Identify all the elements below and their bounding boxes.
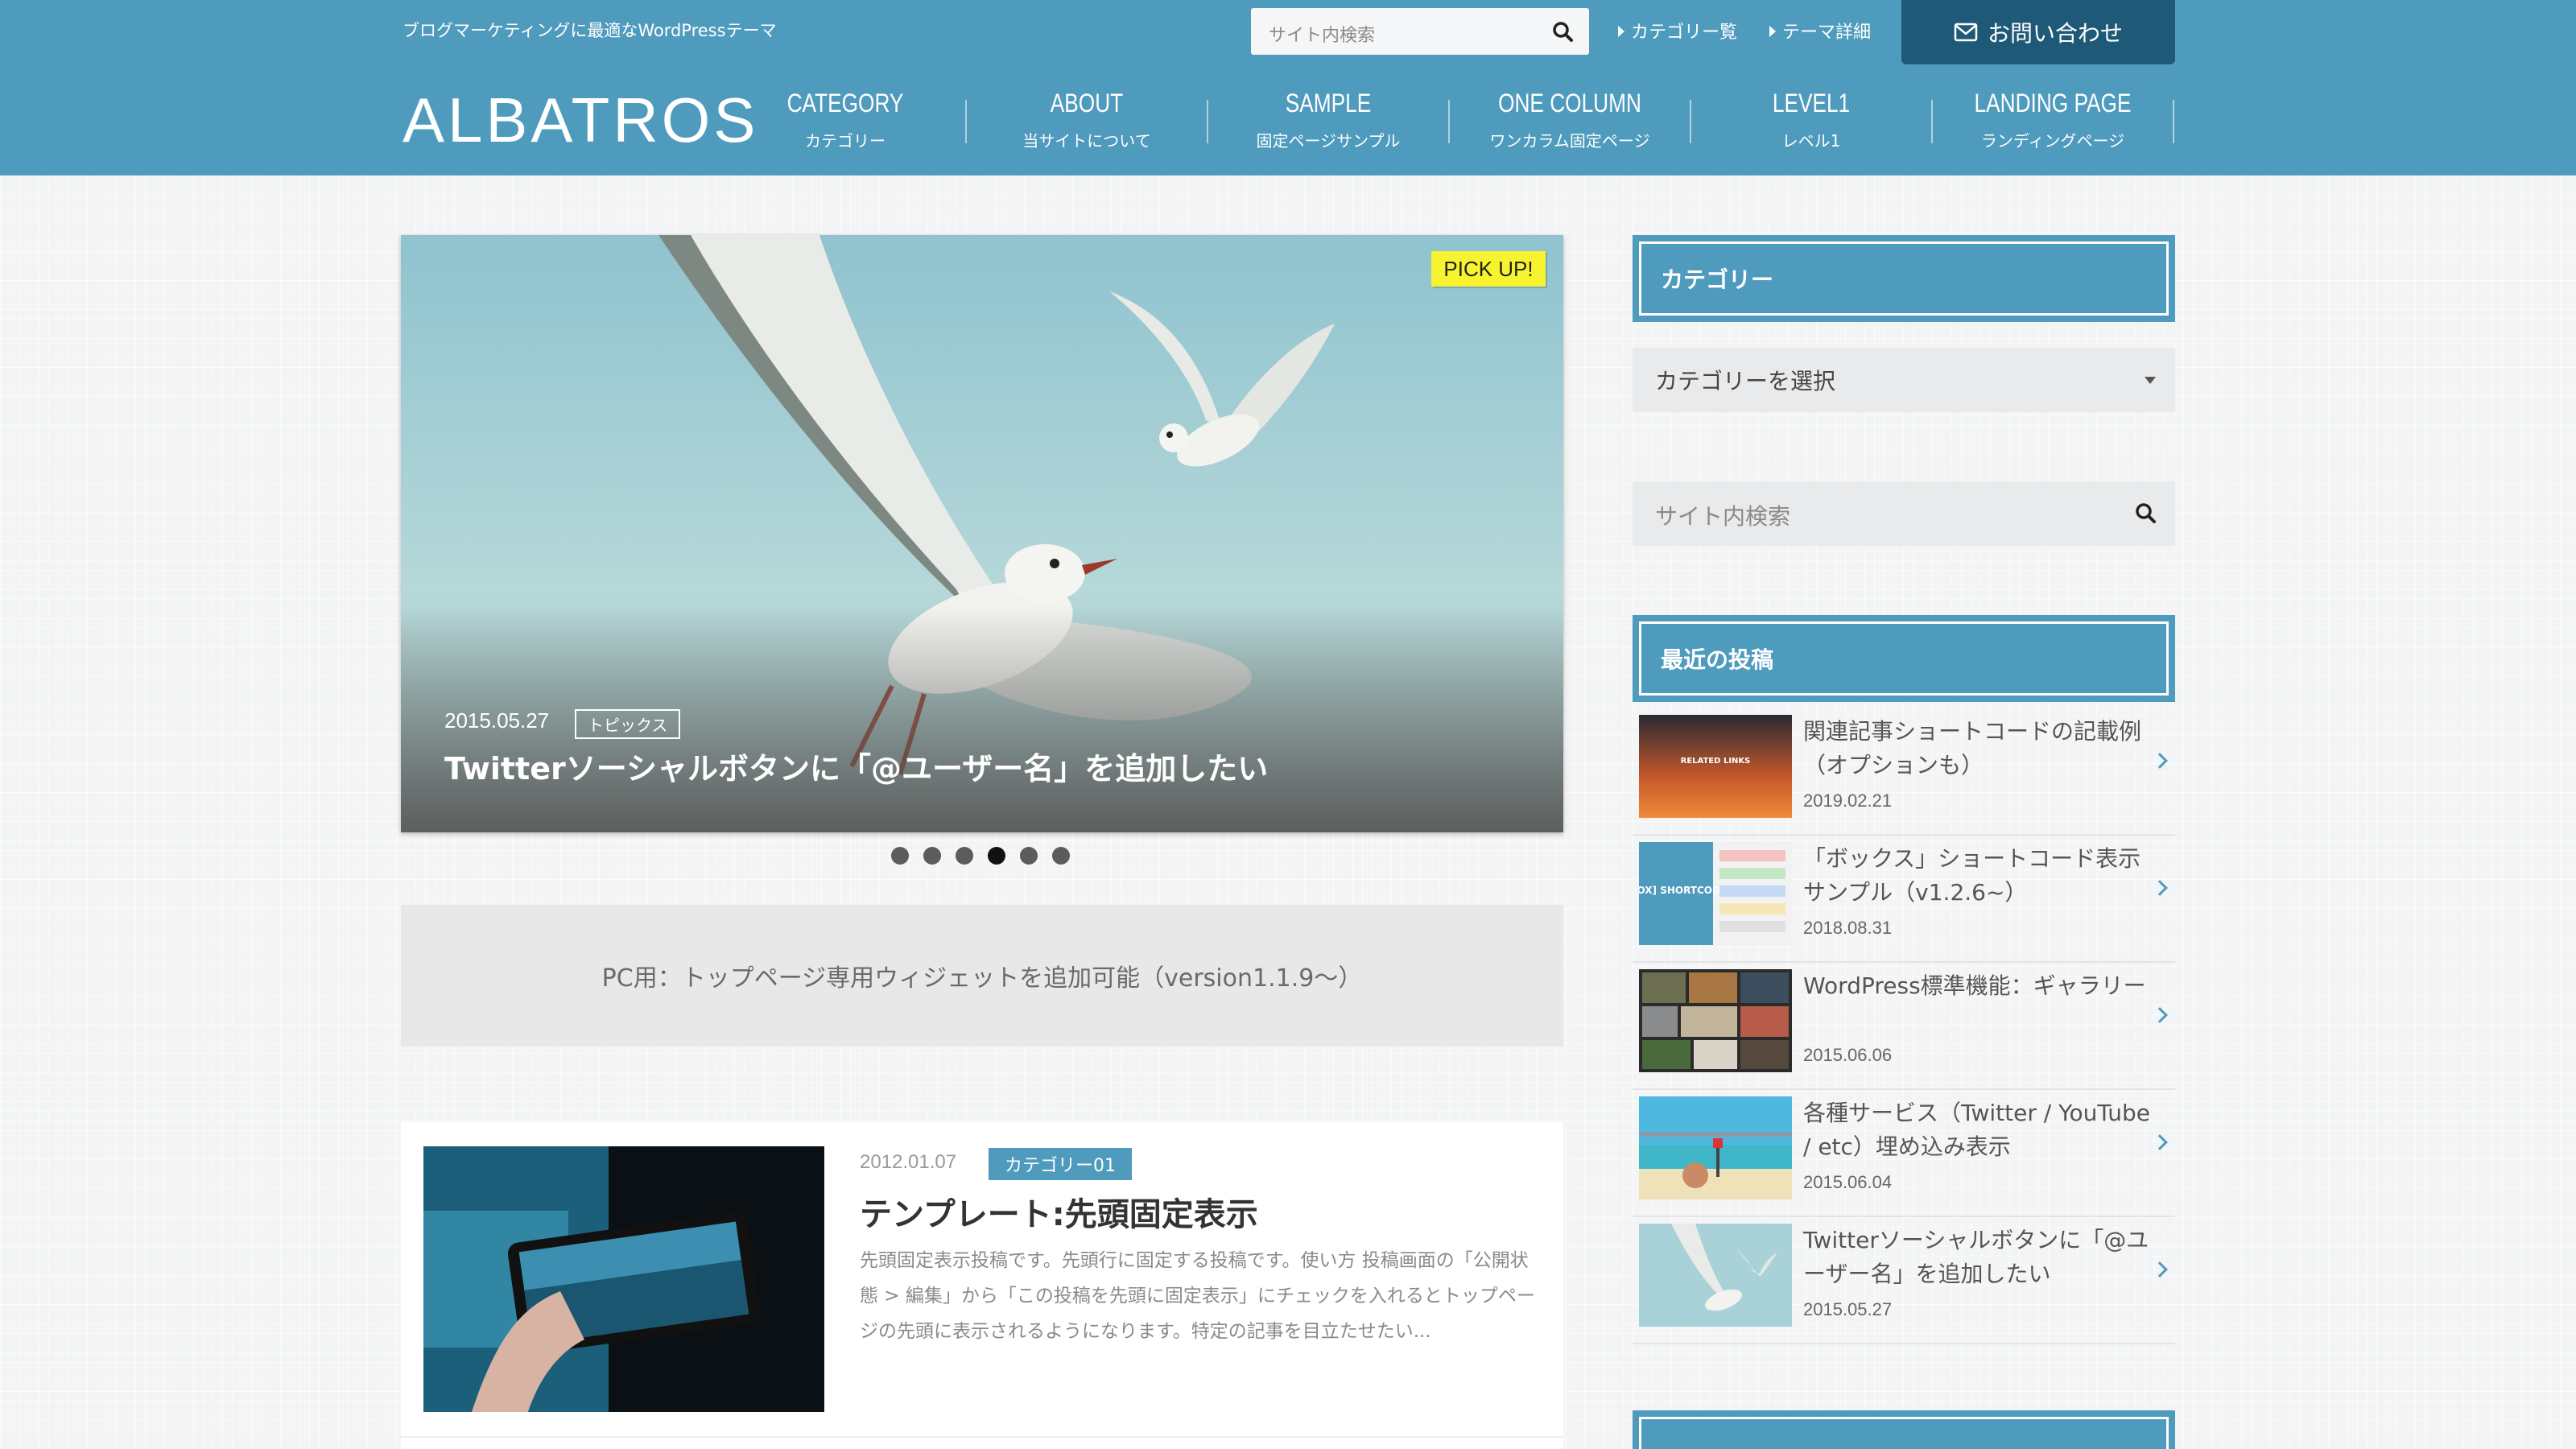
- recent-post-thumbnail: [1639, 1224, 1792, 1327]
- recent-post-title[interactable]: Twitterソーシャルボタンに「@ユーザー名」を追加したい: [1803, 1224, 2151, 1291]
- contact-button[interactable]: お問い合わせ: [1901, 0, 2175, 64]
- recent-post-title[interactable]: 「ボックス」ショートコード表示サンプル（v1.2.6~）: [1803, 842, 2151, 910]
- slider-dot[interactable]: [956, 847, 973, 865]
- widget-title-label: カテゴリー: [1639, 242, 2169, 316]
- site-logo[interactable]: ALBATROS: [402, 84, 758, 157]
- post-thumbnail[interactable]: [423, 1146, 824, 1412]
- recent-post-title[interactable]: 各種サービス（Twitter / YouTube / etc）埋め込み表示: [1803, 1096, 2151, 1164]
- box-shortcode-thumbnail: [BOX] SHORTCODE: [1639, 842, 1792, 945]
- post-excerpt: 先頭固定表示投稿です。先頭行に固定する投稿です。使い方 投稿画面の「公開状態 >…: [860, 1250, 1535, 1342]
- header-search-placeholder: サイト内検索: [1269, 26, 1376, 46]
- chevron-right-icon[interactable]: [2152, 1007, 2168, 1023]
- nav-label-jp: ランディングページ: [1980, 131, 2125, 151]
- site-tagline: ブログマーケティングに最適なWordPressテーマ: [402, 21, 777, 40]
- nav-label-jp: 当サイトについて: [1022, 131, 1151, 151]
- slider-pagination: [891, 847, 1070, 865]
- slider-dot[interactable]: [923, 847, 941, 865]
- phone-photo: [423, 1146, 824, 1412]
- contact-label: お問い合わせ: [1987, 20, 2123, 47]
- caret-right-icon: [1618, 26, 1624, 37]
- recent-post-thumbnail: [1639, 1096, 1792, 1199]
- nav-item-category[interactable]: CATEGORY カテゴリー: [724, 89, 966, 151]
- widget-title-label: 最近の投稿: [1639, 621, 2169, 696]
- envelope-icon: [1954, 23, 1978, 42]
- slide-category-tag[interactable]: トピックス: [575, 709, 681, 739]
- sidebar-search-input[interactable]: サイト内検索: [1633, 481, 2175, 546]
- recent-post-date: 2015.05.27: [1803, 1299, 1893, 1319]
- nav-label-jp: ワンカラム固定ページ: [1489, 131, 1650, 151]
- header-search-input[interactable]: サイト内検索: [1251, 8, 1589, 55]
- header-link-category-list[interactable]: カテゴリー覧: [1618, 18, 1737, 43]
- top-page-widget-notice: PC用：トップページ専用ウィジェットを追加可能（version1.1.9〜）: [401, 905, 1563, 1046]
- recent-post-item[interactable]: WordPress標準機能：ギャラリー 2015.06.06: [1633, 963, 2175, 1090]
- search-icon[interactable]: [1549, 18, 1578, 47]
- chevron-right-icon[interactable]: [2152, 880, 2168, 896]
- nav-divider: [2173, 100, 2174, 143]
- post-card[interactable]: 2012.01.07 カテゴリー01 テンプレート:先頭固定表示 先頭固定表示投…: [401, 1122, 1563, 1436]
- dropdown-arrow-icon: [2145, 377, 2156, 384]
- widget-title-frame: [1639, 1417, 2169, 1449]
- beach-thumbnail: [1639, 1096, 1792, 1199]
- nav-label-en: LEVEL1: [1772, 89, 1851, 118]
- thumb-text: [BOX] SHORTCODE: [1639, 885, 1727, 896]
- slider-dot[interactable]: [1020, 847, 1038, 865]
- search-icon[interactable]: [2132, 499, 2161, 528]
- nav-item-about[interactable]: ABOUT 当サイトについて: [966, 89, 1208, 151]
- slider-dot[interactable]: [1052, 847, 1070, 865]
- recent-post-title[interactable]: WordPress標準機能：ギャラリー: [1803, 969, 2151, 1003]
- next-widget-title: [1633, 1410, 2175, 1449]
- nav-label-en: LANDING PAGE: [1974, 89, 2132, 118]
- nav-label-jp: レベル1: [1781, 131, 1841, 151]
- gallery-thumbnail: [1639, 969, 1792, 1072]
- category-select[interactable]: カテゴリーを選択: [1633, 348, 2175, 412]
- nav-item-sample[interactable]: SAMPLE 固定ページサンプル: [1208, 89, 1449, 151]
- recent-posts-widget-title: 最近の投稿: [1633, 615, 2175, 702]
- chevron-right-icon[interactable]: [2152, 1261, 2168, 1278]
- slider-dot-active[interactable]: [988, 847, 1005, 865]
- recent-post-date: 2015.06.04: [1803, 1172, 1893, 1192]
- nav-item-landing-page[interactable]: LANDING PAGE ランディングページ: [1932, 89, 2174, 151]
- nav-label-en: CATEGORY: [786, 89, 904, 118]
- recent-post-date: 2015.06.06: [1803, 1045, 1893, 1065]
- post-category-tag[interactable]: カテゴリー01: [989, 1148, 1132, 1180]
- category-widget-title: カテゴリー: [1633, 235, 2175, 322]
- recent-post-item[interactable]: 各種サービス（Twitter / YouTube / etc）埋め込み表示 20…: [1633, 1090, 2175, 1217]
- nav-label-jp: カテゴリー: [805, 131, 886, 151]
- header-link-label: テーマ詳細: [1782, 23, 1872, 43]
- thumb-text: RELATED LINKS: [1681, 757, 1751, 766]
- recent-post-item[interactable]: [BOX] SHORTCODE 「ボックス」ショートコード表示サンプル（v1.2…: [1633, 836, 2175, 963]
- site-header: ブログマーケティングに最適なWordPressテーマ サイト内検索 カテゴリー覧…: [0, 0, 2576, 175]
- chevron-right-icon[interactable]: [2152, 753, 2168, 769]
- pickup-badge: PICK UP!: [1431, 251, 1546, 287]
- recent-post-title[interactable]: 関連記事ショートコードの記載例（オプションも）: [1803, 715, 2151, 782]
- recent-post-thumbnail: [1639, 969, 1792, 1072]
- slider-dot[interactable]: [891, 847, 909, 865]
- recent-post-item[interactable]: Twitterソーシャルボタンに「@ユーザー名」を追加したい 2015.05.2…: [1633, 1217, 2175, 1344]
- category-select-value: カテゴリーを選択: [1655, 368, 1836, 394]
- nav-label-en: SAMPLE: [1285, 89, 1372, 118]
- recent-post-date: 2018.08.31: [1803, 918, 1893, 938]
- nav-label-en: ABOUT: [1050, 89, 1124, 118]
- sidebar-search-placeholder: サイト内検索: [1655, 503, 1791, 530]
- post-date: 2012.01.07: [860, 1151, 957, 1173]
- caret-right-icon: [1769, 26, 1776, 37]
- recent-post-thumbnail: RELATED LINKS: [1639, 715, 1792, 818]
- post-title[interactable]: テンプレート:先頭固定表示: [860, 1188, 1258, 1235]
- chevron-right-icon[interactable]: [2152, 1134, 2168, 1150]
- pickup-slider[interactable]: PICK UP! 2015.05.27 トピックス Twitterソーシャルボタ…: [401, 235, 1563, 832]
- recent-post-item[interactable]: RELATED LINKS 関連記事ショートコードの記載例（オプションも） 20…: [1633, 708, 2175, 836]
- slide-date: 2015.05.27: [444, 708, 550, 733]
- nav-item-one-column[interactable]: ONE COLUMN ワンカラム固定ページ: [1449, 89, 1690, 151]
- next-post-card: [401, 1436, 1563, 1449]
- seagull-thumbnail: [1639, 1224, 1792, 1327]
- recent-post-date: 2019.02.21: [1803, 791, 1893, 811]
- nav-label-en: ONE COLUMN: [1498, 89, 1641, 118]
- slide-title[interactable]: Twitterソーシャルボタンに「@ユーザー名」を追加したい: [444, 744, 1268, 788]
- recent-post-thumbnail: [BOX] SHORTCODE: [1639, 842, 1792, 945]
- nav-item-level1[interactable]: LEVEL1 レベル1: [1690, 89, 1932, 151]
- nav-label-jp: 固定ページサンプル: [1256, 131, 1401, 151]
- header-link-label: カテゴリー覧: [1631, 23, 1738, 43]
- sunset-thumbnail: RELATED LINKS: [1639, 715, 1792, 818]
- header-link-theme-details[interactable]: テーマ詳細: [1769, 18, 1871, 43]
